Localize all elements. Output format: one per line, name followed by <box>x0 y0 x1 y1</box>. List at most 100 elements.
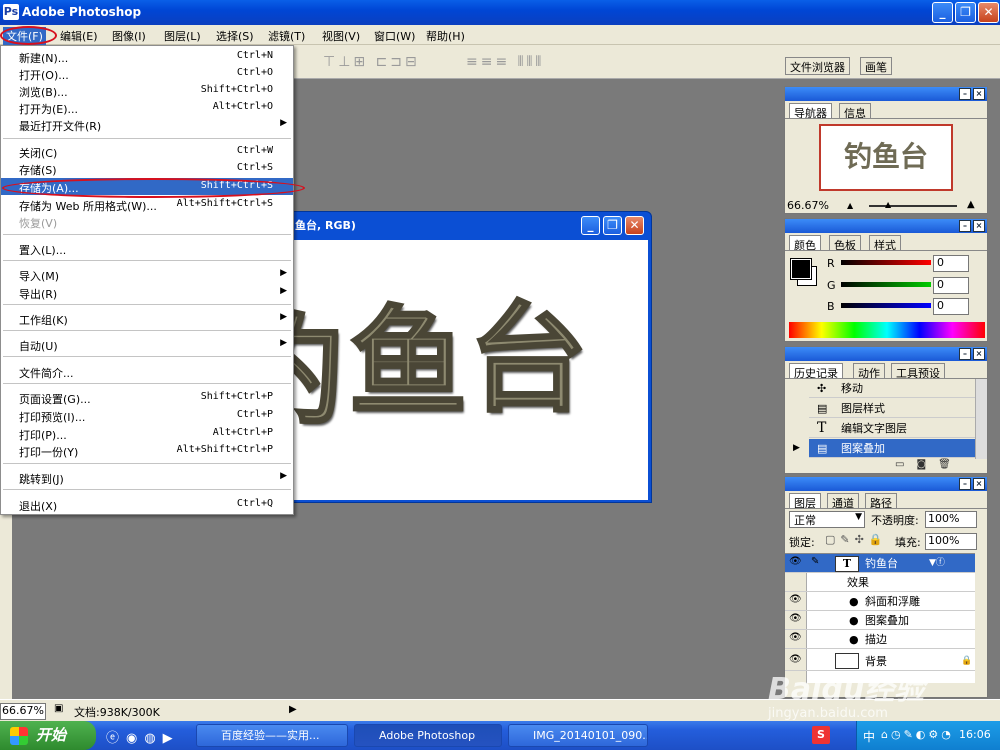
align-icons[interactable]: ⊤⊥⊞ ⊏⊐⊟ <box>323 54 420 70</box>
panel-close-icon[interactable]: × <box>973 478 985 490</box>
navigator-preview[interactable]: 钓鱼台 <box>819 124 953 191</box>
tab-layers[interactable]: 图层 <box>789 493 821 510</box>
tab-file-browser[interactable]: 文件浏览器 <box>785 57 850 75</box>
eye-icon[interactable]: 👁 <box>789 556 802 567</box>
status-menu-arrow-icon[interactable]: ▶ <box>289 704 297 715</box>
eye-icon[interactable]: 👁 <box>789 632 802 643</box>
panel-minimize-icon[interactable]: – <box>959 478 971 490</box>
sogou-ime-icon[interactable]: S <box>812 726 830 744</box>
menu-item-new[interactable]: 新建(N)... Ctrl+N <box>1 48 293 65</box>
taskbar-button-photoshop[interactable]: Adobe Photoshop <box>354 724 502 747</box>
panel-minimize-icon[interactable]: – <box>959 88 971 100</box>
ime-indicator[interactable]: 中 <box>863 728 875 745</box>
panel-title-bar[interactable] <box>785 219 987 233</box>
menu-item-print-preview[interactable]: 打印预览(I)... Ctrl+P <box>1 407 293 424</box>
history-item[interactable]: T 编辑文字图层 <box>809 419 983 438</box>
document-canvas[interactable]: 钓 鱼 台 <box>287 240 648 500</box>
doc-maximize-button[interactable]: ❐ <box>603 216 622 235</box>
window-title-bar[interactable]: Adobe Photoshop <box>0 0 1000 25</box>
g-slider[interactable] <box>841 282 931 287</box>
menu-item-open-as[interactable]: 打开为(E)... Alt+Ctrl+O <box>1 99 293 116</box>
history-scrollbar[interactable] <box>975 379 987 459</box>
tab-swatches[interactable]: 色板 <box>829 235 861 252</box>
lock-icons[interactable]: ▢✎✣🔒 <box>825 533 888 546</box>
history-item[interactable]: ▤ 图层样式 <box>809 399 983 418</box>
b-value-field[interactable]: 0 <box>933 298 969 315</box>
minimize-button[interactable]: _ <box>932 2 953 23</box>
menu-filter[interactable]: 滤镜(T) <box>265 27 308 45</box>
menu-window[interactable]: 窗口(W) <box>371 27 418 45</box>
color-spectrum-ramp[interactable] <box>789 322 985 338</box>
menu-item-export[interactable]: 导出(R) ▶ <box>1 284 293 301</box>
b-slider[interactable] <box>841 303 931 308</box>
zoom-in-icon[interactable]: ▲ <box>967 199 975 210</box>
g-value-field[interactable]: 0 <box>933 277 969 294</box>
doc-minimize-button[interactable]: _ <box>581 216 600 235</box>
layer-effects-row[interactable]: 效果 <box>785 573 975 592</box>
layer-effect-stroke[interactable]: ● 描边 <box>785 630 975 649</box>
taskbar-button-browser[interactable]: 百度经验——实用... <box>196 724 348 747</box>
menu-item-file-info[interactable]: 文件简介... <box>1 363 293 380</box>
clock[interactable]: 16:06 <box>959 728 991 741</box>
document-window[interactable]: 鱼台, RGB) _ ❐ ✕ 钓 鱼 台 <box>282 211 652 503</box>
panel-minimize-icon[interactable]: – <box>959 220 971 232</box>
menu-item-save[interactable]: 存储(S) Ctrl+S <box>1 160 293 177</box>
history-item-selected[interactable]: ▤ 图案叠加 <box>809 439 983 458</box>
tab-navigator[interactable]: 导航器 <box>789 103 832 120</box>
tab-actions[interactable]: 动作 <box>853 363 885 380</box>
layer-effect-pattern[interactable]: ● 图案叠加 <box>785 611 975 630</box>
menu-item-automate[interactable]: 自动(U) ▶ <box>1 336 293 353</box>
panel-title-bar[interactable] <box>785 347 987 361</box>
menu-view[interactable]: 视图(V) <box>319 27 363 45</box>
maximize-button[interactable]: ❐ <box>955 2 976 23</box>
tab-paths[interactable]: 路径 <box>865 493 897 510</box>
panel-close-icon[interactable]: × <box>973 220 985 232</box>
zoom-out-icon[interactable]: ▲ <box>847 201 853 210</box>
menu-item-save-for-web[interactable]: 存储为 Web 所用格式(W)... Alt+Shift+Ctrl+S <box>1 196 293 213</box>
menu-item-open[interactable]: 打开(O)... Ctrl+O <box>1 65 293 82</box>
menu-item-exit[interactable]: 退出(X) Ctrl+Q <box>1 496 293 513</box>
close-button[interactable]: ✕ <box>978 2 999 23</box>
menu-edit[interactable]: 编辑(E) <box>57 27 101 45</box>
menu-select[interactable]: 选择(S) <box>213 27 257 45</box>
menu-item-recent[interactable]: 最近打开文件(R) ▶ <box>1 116 293 133</box>
menu-help[interactable]: 帮助(H) <box>423 27 468 45</box>
distribute-icons[interactable]: ≡≡≡ ⫴⫴⫴ <box>466 54 544 70</box>
panel-close-icon[interactable]: × <box>973 88 985 100</box>
zoom-slider-thumb[interactable]: ▲ <box>885 200 891 209</box>
menu-item-jump-to[interactable]: 跳转到(J) ▶ <box>1 469 293 486</box>
eye-icon[interactable]: 👁 <box>789 613 802 624</box>
tab-brushes[interactable]: 画笔 <box>860 57 892 75</box>
menu-item-print-one-copy[interactable]: 打印一份(Y) Alt+Shift+Ctrl+P <box>1 442 293 459</box>
blend-mode-select[interactable]: 正常 ▼ <box>789 511 865 528</box>
tab-channels[interactable]: 通道 <box>827 493 859 510</box>
r-slider[interactable] <box>841 260 931 265</box>
tab-history[interactable]: 历史记录 <box>789 363 843 380</box>
tab-info[interactable]: 信息 <box>839 103 871 120</box>
menu-layer[interactable]: 图层(L) <box>161 27 204 45</box>
tray-icons[interactable]: ⌂◷✎◐⚙◔ <box>881 728 954 741</box>
menu-item-browse[interactable]: 浏览(B)... Shift+Ctrl+O <box>1 82 293 99</box>
eye-icon[interactable]: 👁 <box>789 594 802 605</box>
menu-item-page-setup[interactable]: 页面设置(G)... Shift+Ctrl+P <box>1 389 293 406</box>
photoshop-app-icon[interactable]: Ps <box>3 4 19 20</box>
panel-minimize-icon[interactable]: – <box>959 348 971 360</box>
navigator-zoom[interactable]: 66.67% <box>787 199 829 212</box>
menu-item-close[interactable]: 关闭(C) Ctrl+W <box>1 143 293 160</box>
menu-item-place[interactable]: 置入(L)... <box>1 240 293 257</box>
menu-image[interactable]: 图像(I) <box>109 27 149 45</box>
taskbar-button-image[interactable]: IMG_20140101_090... <box>508 724 648 747</box>
status-zoom-field[interactable]: 66.67% <box>0 703 46 720</box>
history-footer-icons[interactable]: ▭◙🗑 <box>895 459 963 470</box>
opacity-field[interactable]: 100% <box>925 511 977 528</box>
fill-field[interactable]: 100% <box>925 533 977 550</box>
r-value-field[interactable]: 0 <box>933 255 969 272</box>
brush-link-icon[interactable]: ✎ <box>811 556 819 567</box>
doc-close-button[interactable]: ✕ <box>625 216 644 235</box>
panel-title-bar[interactable] <box>785 87 987 101</box>
menu-item-workgroup[interactable]: 工作组(K) ▶ <box>1 310 293 327</box>
panel-title-bar[interactable] <box>785 477 987 491</box>
foreground-color-swatch[interactable] <box>790 258 812 280</box>
tab-styles[interactable]: 样式 <box>869 235 901 252</box>
menu-item-import[interactable]: 导入(M) ▶ <box>1 266 293 283</box>
